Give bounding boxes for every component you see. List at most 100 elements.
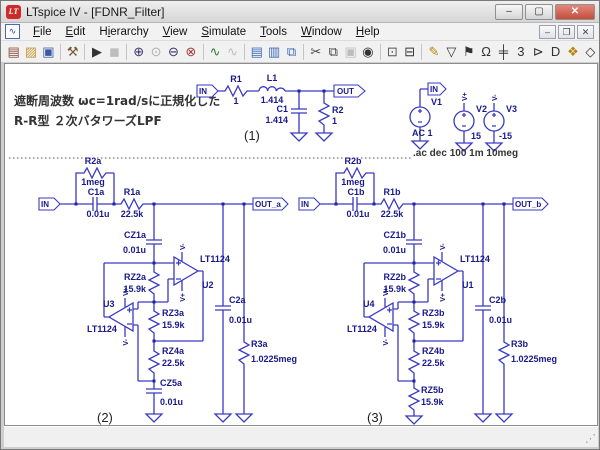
menu-file[interactable]: File [26, 25, 59, 39]
resistor-R1[interactable] [222, 86, 250, 96]
zoom-back-icon[interactable]: ⊙ [147, 42, 164, 62]
diode-icon[interactable]: ⊳ [530, 42, 547, 62]
open-icon[interactable]: ▨ [22, 42, 39, 62]
capacitor-CZ1a[interactable] [146, 240, 162, 244]
mdi-minimize-button[interactable]: – [539, 25, 556, 39]
menu-view[interactable]: View [156, 25, 195, 39]
circuit-3-fdnr-b[interactable]: IN OUT_b V- V+ LT1124 U1 V+ V- U4 L [299, 156, 557, 424]
resistor-RZ2a[interactable] [149, 268, 159, 298]
schematic-canvas[interactable]: 遮断周波数 ωc=1rad/sに正規化した R-R型 ２次バタワーズLPF (1… [4, 63, 598, 426]
capacitor-CZ1b[interactable] [406, 240, 422, 244]
ground-symbol[interactable] [215, 414, 231, 422]
opamp-U4[interactable]: V+ V- U4 LT1124 [347, 287, 393, 345]
menu-tools[interactable]: Tools [253, 25, 294, 39]
circuit-2-fdnr-a[interactable]: IN OUT_a V- V+ LT1124 U2 V+ V- U3 L [39, 156, 297, 422]
vminus-flag[interactable]: V- [440, 243, 447, 250]
save-icon[interactable]: ▣ [40, 42, 57, 62]
ground-symbol[interactable] [236, 414, 252, 422]
zoom-in-icon[interactable]: ⊕ [130, 42, 147, 62]
find-icon[interactable]: ◉ [359, 42, 376, 62]
voltage-source-V2[interactable] [454, 111, 474, 131]
ground-symbol[interactable] [475, 414, 491, 422]
net-label-icon[interactable]: ⚑ [460, 42, 477, 62]
cut-icon[interactable]: ✂ [307, 42, 324, 62]
vminus-flag[interactable]: V- [383, 338, 390, 345]
mdi-restore-button[interactable]: ❐ [558, 25, 575, 39]
resistor-icon[interactable]: Ω [477, 42, 494, 62]
ground-symbol[interactable] [146, 414, 162, 422]
circuit-1-lc-prototype[interactable]: IN OUT R1 1 L1 1.414 C1 1.414 R2 1 [197, 73, 365, 141]
efficiency-report-icon[interactable]: ∿ [224, 42, 241, 62]
ground-symbol[interactable] [316, 133, 332, 141]
voltage-source-V3[interactable] [484, 111, 504, 131]
maximize-button[interactable]: ▢ [525, 4, 553, 20]
vplus-flag[interactable]: V+ [462, 92, 469, 101]
menu-hierarchy[interactable]: Hierarchy [92, 25, 155, 39]
zoom-full-extents-icon[interactable]: ⊗ [182, 42, 199, 62]
waveform-icon[interactable]: ∿ [206, 42, 223, 62]
label-U4: U4 [363, 299, 375, 309]
tile-horizontal-icon[interactable]: ▤ [248, 42, 265, 62]
vminus-flag[interactable]: V- [492, 94, 499, 101]
copy-icon[interactable]: ⧉ [325, 42, 342, 62]
print-preview-icon[interactable]: ⊡ [384, 42, 401, 62]
run-icon[interactable]: ▶ [88, 42, 105, 62]
new-schematic-icon[interactable]: ▤ [5, 42, 22, 62]
move-icon[interactable]: ❖ [564, 42, 581, 62]
vminus-flag[interactable]: V- [123, 338, 130, 345]
drag-icon[interactable]: ◇ [582, 42, 599, 62]
capacitor-C2b[interactable] [475, 306, 491, 310]
resistor-R3b[interactable] [499, 338, 509, 368]
resistor-R3a[interactable] [239, 338, 249, 368]
opamp-U1[interactable]: V- V+ LT1124 U1 [434, 243, 490, 302]
minimize-button[interactable]: – [495, 4, 523, 20]
vplus-flag[interactable]: V+ [440, 293, 447, 302]
label-R2: R2 [332, 105, 344, 115]
component-icon[interactable]: D [547, 42, 564, 62]
voltage-sources[interactable]: IN V1 AC 1 V2 15 V+ V3 -15 V- .ac dec 10… [410, 83, 518, 159]
print-icon[interactable]: ⊟ [401, 42, 418, 62]
resistor-RZ5b[interactable] [409, 384, 419, 414]
vplus-flag[interactable]: V+ [180, 293, 187, 302]
cascade-windows-icon[interactable]: ⧉ [283, 42, 300, 62]
resistor-RZ3a[interactable] [149, 307, 159, 337]
paste-icon[interactable]: ▣ [342, 42, 359, 62]
vminus-flag[interactable]: V- [180, 243, 187, 250]
menu-edit[interactable]: Edit [59, 25, 93, 39]
opamp-U3[interactable]: V+ V- U3 LT1124 [87, 287, 133, 345]
opamp-U2[interactable]: V- V+ LT1124 U2 [174, 243, 230, 302]
resistor-R1a[interactable] [118, 199, 146, 209]
inductor-L1[interactable] [259, 87, 285, 91]
inductor-icon[interactable]: 3 [512, 42, 529, 62]
resistor-RZ4b[interactable] [409, 347, 419, 377]
capacitor-C1[interactable] [291, 109, 307, 113]
mdi-close-button[interactable]: ✕ [577, 25, 594, 39]
capacitor-C2a[interactable] [215, 306, 231, 310]
wire-icon[interactable]: ✎ [425, 42, 442, 62]
menu-help[interactable]: Help [349, 25, 387, 39]
control-panel-icon[interactable]: ⚒ [64, 42, 81, 62]
value-V1: AC 1 [412, 128, 433, 138]
resistor-RZ3b[interactable] [409, 307, 419, 337]
capacitor-CZ5a[interactable] [146, 389, 162, 393]
zoom-out-icon[interactable]: ⊖ [165, 42, 182, 62]
spice-directive[interactable]: .ac dec 100 1m 10meg [413, 148, 518, 159]
close-button[interactable]: ✕ [555, 4, 595, 20]
port-out-a-label: OUT_a [255, 200, 281, 209]
section-tag-3: (3) [367, 410, 383, 425]
tile-vertical-icon[interactable]: ▥ [265, 42, 282, 62]
resistor-R1b[interactable] [378, 199, 406, 209]
menu-simulate[interactable]: Simulate [194, 25, 253, 39]
ground-icon[interactable]: ▽ [443, 42, 460, 62]
resize-grip[interactable]: ⋰ [585, 432, 596, 445]
ground-symbol[interactable] [406, 416, 422, 424]
resistor-R2[interactable] [319, 99, 329, 129]
voltage-source-V1[interactable] [410, 107, 430, 127]
ground-symbol[interactable] [496, 414, 512, 422]
halt-icon[interactable]: ◼ [106, 42, 123, 62]
resistor-RZ4a[interactable] [149, 347, 159, 377]
capacitor-icon[interactable]: ╪ [495, 42, 512, 62]
resistor-RZ2b[interactable] [409, 268, 419, 298]
menu-window[interactable]: Window [294, 25, 349, 39]
ground-symbol[interactable] [291, 133, 307, 141]
